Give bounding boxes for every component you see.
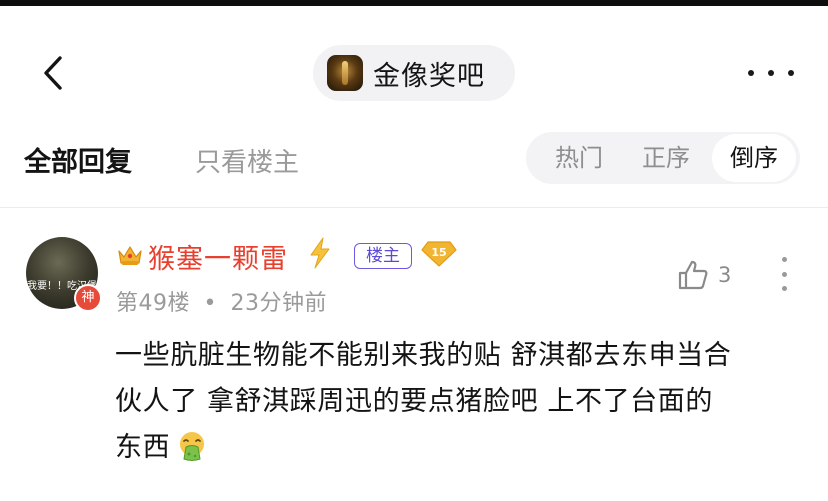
level-badge: 15 [421, 241, 457, 267]
separator-dot: • [203, 291, 217, 316]
lightning-icon [310, 237, 330, 269]
content-line: 一些肮脏生物能不能别来我的贴 舒淇都去东申当合 [115, 340, 732, 371]
tab-all-replies[interactable]: 全部回复 [24, 140, 132, 179]
divider [0, 207, 828, 208]
more-dot-icon [781, 286, 787, 291]
more-dot-icon [768, 70, 774, 76]
more-options-button[interactable] [748, 60, 794, 86]
level-number: 15 [431, 246, 446, 259]
tab-op-only[interactable]: 只看楼主 [195, 142, 299, 179]
thumbs-up-icon[interactable] [676, 258, 710, 292]
floor-and-time: 第49楼 • 23分钟前 [116, 285, 327, 317]
content-line: 东西 [115, 425, 805, 471]
more-dot-icon [788, 70, 794, 76]
post-time: 23分钟前 [230, 291, 327, 316]
floor-number: 第49楼 [116, 291, 190, 316]
sort-segmented-control: 热门 正序 倒序 [526, 132, 800, 184]
more-dot-icon [781, 271, 787, 277]
forum-avatar [327, 55, 363, 91]
username[interactable]: 猴塞一颗雷 [148, 237, 288, 276]
more-dot-icon [781, 257, 787, 262]
forum-name: 金像奖吧 [373, 60, 485, 92]
content-text: 东西 [115, 432, 171, 463]
status-bar-strip [0, 0, 828, 6]
vomit-face-emoji-icon [180, 432, 205, 461]
post-more-button[interactable] [780, 257, 788, 291]
sort-option-ascending[interactable]: 正序 [622, 132, 710, 184]
avatar-badge: 神 [74, 284, 102, 312]
chevron-left-icon [44, 56, 62, 90]
forum-title-pill[interactable]: 金像奖吧 [313, 45, 515, 101]
more-dot-icon [748, 70, 754, 76]
back-button[interactable] [34, 52, 76, 94]
sort-option-hot[interactable]: 热门 [536, 132, 622, 184]
like-count: 3 [718, 263, 732, 287]
sort-option-descending[interactable]: 倒序 [712, 134, 796, 182]
content-line: 伙人了 拿舒淇踩周迅的要点猪脸吧 上不了台面的 [115, 386, 713, 417]
crown-icon [118, 246, 142, 265]
op-tag: 楼主 [354, 243, 412, 269]
post-content: 一些肮脏生物能不能别来我的贴 舒淇都去东申当合 伙人了 拿舒淇踩周迅的要点猪脸吧… [115, 333, 805, 471]
